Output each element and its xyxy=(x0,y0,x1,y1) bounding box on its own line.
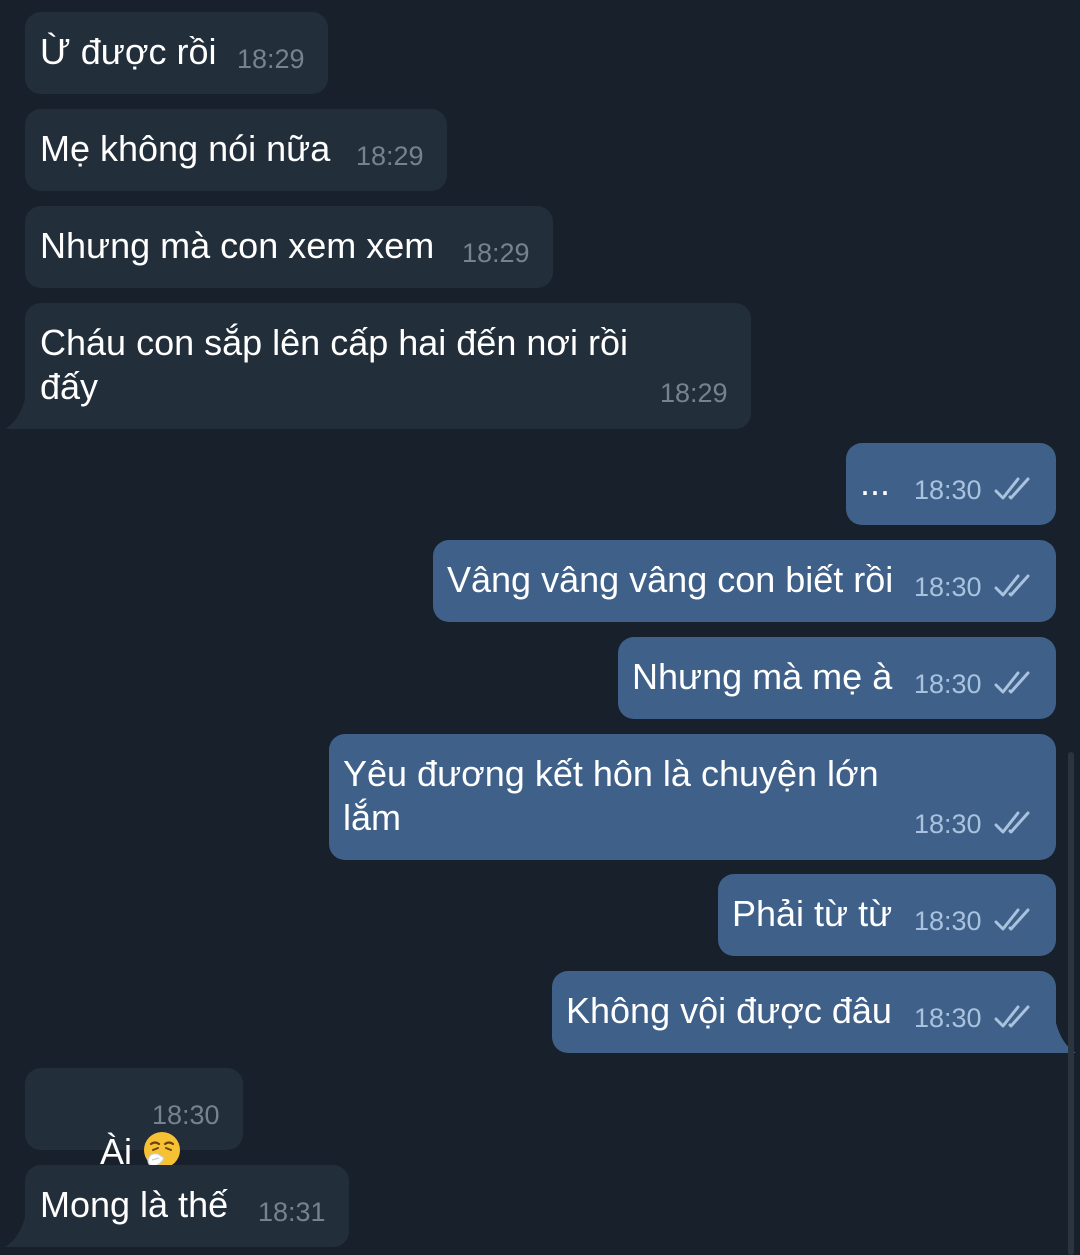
outgoing-message[interactable]: Không vội được đâu 18:30 xyxy=(552,971,1056,1053)
incoming-message[interactable]: Cháu con sắp lên cấp hai đến nơi rồi đấy… xyxy=(25,303,751,429)
read-checkmarks-icon xyxy=(994,671,1030,694)
message-time: 18:29 xyxy=(237,44,305,74)
message-time: 18:30 xyxy=(914,1003,982,1033)
incoming-message[interactable]: Ừ được rồi 18:29 xyxy=(25,12,328,94)
message-text: Yêu đương kết hôn là chuyện lớn lắm xyxy=(343,753,879,838)
outgoing-message[interactable]: Phải từ từ 18:30 xyxy=(718,874,1056,956)
message-time: 18:30 xyxy=(914,572,982,602)
incoming-message[interactable]: Mẹ không nói nữa 18:29 xyxy=(25,109,447,191)
message-text: ... xyxy=(860,462,891,503)
message-text: Mẹ không nói nữa xyxy=(40,128,331,169)
message-time: 18:30 xyxy=(914,906,982,936)
sneezing-face-icon xyxy=(144,1132,181,1168)
read-checkmarks-icon xyxy=(994,1005,1030,1028)
message-time: 18:31 xyxy=(258,1197,326,1227)
bubble-tail xyxy=(5,399,25,429)
message-time: 18:30 xyxy=(152,1100,220,1130)
message-time: 18:29 xyxy=(462,238,530,268)
outgoing-message[interactable]: Vâng vâng vâng con biết rồi 18:30 xyxy=(433,540,1056,622)
message-text: Cháu con sắp lên cấp hai đến nơi rồi đấy xyxy=(40,322,628,407)
read-checkmarks-icon xyxy=(994,811,1030,834)
chat-message-list[interactable]: Ừ được rồi 18:29 Mẹ không nói nữa 18:29 … xyxy=(0,0,1080,1255)
outgoing-message[interactable]: Yêu đương kết hôn là chuyện lớn lắm 18:3… xyxy=(329,734,1056,860)
incoming-message[interactable]: Nhưng mà con xem xem 18:29 xyxy=(25,206,553,288)
message-time: 18:30 xyxy=(914,809,982,839)
message-text: Nhưng mà con xem xem xyxy=(40,225,435,266)
message-text: Ừ được rồi xyxy=(40,31,217,72)
outgoing-message[interactable]: Nhưng mà mẹ à 18:30 xyxy=(618,637,1056,719)
message-time: 18:29 xyxy=(356,141,424,171)
incoming-message[interactable]: Mong là thế 18:31 xyxy=(25,1165,349,1247)
message-time: 18:30 xyxy=(914,475,982,505)
message-time: 18:30 xyxy=(914,669,982,699)
incoming-message[interactable]: Ài 18:30 xyxy=(25,1068,243,1172)
message-text: Nhưng mà mẹ à xyxy=(632,656,893,697)
bubble-tail xyxy=(5,1217,25,1247)
message-time: 18:29 xyxy=(660,378,728,408)
message-text: Vâng vâng vâng con biết rồi xyxy=(447,559,894,600)
message-text: Không vội được đâu xyxy=(566,990,892,1031)
read-checkmarks-icon xyxy=(994,574,1030,597)
message-text: Mong là thế xyxy=(40,1184,229,1225)
outgoing-message[interactable]: ... 18:30 xyxy=(846,443,1056,525)
message-text: Phải từ từ xyxy=(732,893,893,934)
read-checkmarks-icon xyxy=(994,908,1030,931)
scrollbar[interactable] xyxy=(1068,752,1074,1255)
read-checkmarks-icon xyxy=(994,477,1030,500)
